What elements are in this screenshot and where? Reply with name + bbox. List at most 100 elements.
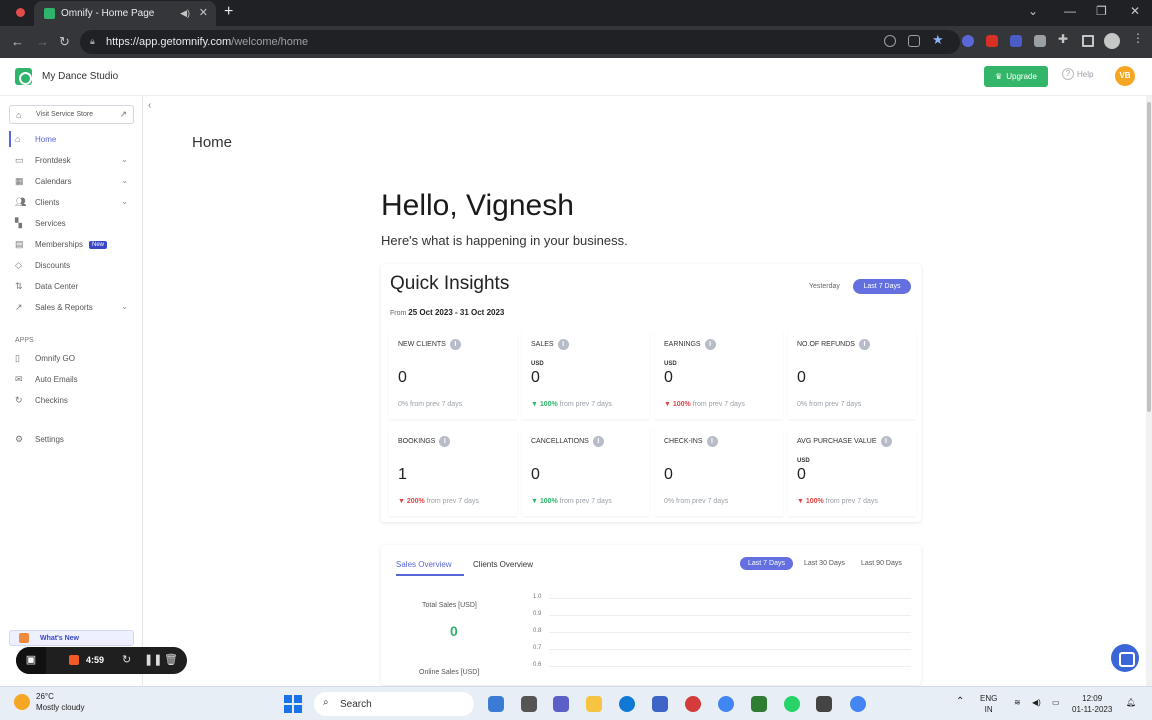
y-tick: 0.7 [533,645,542,651]
page-scrollbar[interactable] [1146,96,1152,686]
metric-change: ▼ 100% from prev 7 days [531,401,612,408]
volume-icon[interactable]: ◀) [1032,697,1041,708]
pause-icon[interactable]: ❚❚ [144,653,162,666]
restart-icon[interactable]: ↻ [122,653,131,666]
chat-support-button[interactable] [1111,644,1139,672]
sidebar-item-memberships[interactable]: ▤ Memberships New [9,235,134,254]
help-button[interactable]: ? Help [1062,68,1093,80]
toggle-last-7-days[interactable]: Last 7 Days [853,279,911,294]
range-last-90-days[interactable]: Last 90 Days [861,560,902,567]
reload-icon[interactable]: ↻ [59,34,70,50]
whatsapp-icon[interactable] [784,696,800,712]
sidebar-item-checkins[interactable]: ↻ Checkins [9,391,134,410]
forward-icon[interactable]: → [36,34,49,49]
back-icon[interactable]: ← [11,34,24,49]
trash-icon[interactable]: 🗑︎ [164,653,178,666]
recording-indicator-icon [16,8,25,17]
weather-widget[interactable]: 26°C Mostly cloudy [14,691,84,713]
sidebar-item-settings[interactable]: ⚙ Settings [9,430,134,449]
extension-icon[interactable] [962,35,974,47]
chevron-up-icon[interactable]: ⌃ [956,696,964,707]
profile-icon[interactable] [1104,33,1120,49]
total-sales-value: 0 [450,623,458,639]
info-icon[interactable]: i [439,436,451,447]
metric-currency: USD [797,458,810,464]
visit-service-store-button[interactable]: ⌂ Visit Service Store ↗ [9,105,134,124]
tab-clients-overview[interactable]: Clients Overview [473,560,533,569]
stop-recording-button[interactable] [69,655,79,665]
speaker-icon[interactable]: ◀) [180,8,190,19]
change-percent: ▼ 200% [398,498,425,505]
extension-icon[interactable] [1010,35,1022,47]
info-icon[interactable]: i [449,339,461,350]
teams-icon[interactable] [553,696,569,712]
taskbar-app-icon[interactable] [521,696,537,712]
language-indicator[interactable]: ENG IN [980,693,997,715]
quick-insights-title: Quick Insights [390,273,510,294]
sidebar-item-omnify-go[interactable]: ▯ Omnify GO [9,349,134,368]
upgrade-label: Upgrade [1006,72,1037,81]
browser-tab[interactable]: Omnify - Home Page ◀) ✕ [34,1,216,26]
range-last-30-days[interactable]: Last 30 Days [804,560,845,567]
sidebar-item-label: Omnify GO [35,354,76,363]
avatar[interactable]: VB [1115,66,1135,86]
taskbar-app-icon[interactable] [751,696,767,712]
grid-icon: ▚ [15,218,22,228]
clock[interactable]: 12:09 01-11-2023 [1072,693,1112,715]
wifi-icon[interactable]: ≋ [1014,697,1021,708]
collapse-sidebar-icon[interactable]: ‹ [148,100,151,111]
upgrade-button[interactable]: ♛ Upgrade [984,66,1048,87]
notification-icon[interactable]: 🔔︎ [1126,697,1136,708]
chrome-icon[interactable] [718,696,734,712]
info-icon[interactable]: i [704,339,716,350]
minimize-icon[interactable]: — [1064,4,1076,18]
kebab-menu-icon[interactable]: ⋮ [1132,31,1144,45]
bookmark-star-icon[interactable]: ★ [932,32,944,47]
info-icon[interactable]: i [557,339,569,350]
close-tab-icon[interactable]: ✕ [199,6,208,19]
store-icon[interactable] [652,696,668,712]
battery-icon[interactable]: ▭ [1052,697,1060,708]
whats-new-button[interactable]: What's New [9,630,134,646]
new-tab-icon[interactable]: + [224,3,233,21]
extension-icon[interactable] [1034,35,1046,47]
zoom-icon[interactable] [884,35,896,47]
sidebar-item-frontdesk[interactable]: ▭ Frontdesk ⌄ [9,151,134,170]
sidebar-item-sales-reports[interactable]: ↗ Sales & Reports ⌄ [9,298,134,317]
sidepanel-icon[interactable] [1082,35,1094,47]
taskbar-app-icon[interactable] [685,696,701,712]
sidebar-item-calendars[interactable]: ▦ Calendars ⌄ [9,172,134,191]
taskbar-app-icon[interactable] [816,696,832,712]
sidebar-item-auto-emails[interactable]: ✉ Auto Emails [9,370,134,389]
info-icon[interactable]: i [592,436,604,447]
share-icon[interactable] [908,35,920,47]
info-icon[interactable]: i [858,339,870,350]
puzzle-icon[interactable]: ✚ [1058,32,1070,46]
windows-start-icon[interactable] [284,695,302,713]
close-window-icon[interactable]: ✕ [1130,4,1140,18]
maximize-icon[interactable]: ❐ [1096,4,1107,18]
sidebar-item-data-center[interactable]: ⇅ Data Center [9,277,134,296]
sidebar-item-home[interactable]: ⌂ Home [9,130,134,149]
help-label: Help [1077,69,1094,79]
change-suffix: from prev 7 days [690,401,745,408]
toggle-yesterday[interactable]: Yesterday [809,283,840,290]
sidebar: ⌂ Visit Service Store ↗ ⌂ Home ▭ Frontde… [0,96,143,686]
sidebar-item-services[interactable]: ▚ Services [9,214,134,233]
info-icon[interactable]: i [880,436,892,447]
range-last-7-days[interactable]: Last 7 Days [740,557,793,570]
address-bar[interactable]: 🔒︎ https://app.getomnify.com/welcome/hom… [80,30,960,54]
camera-icon[interactable]: ▣ [16,647,46,674]
chrome-icon[interactable] [850,696,866,712]
edge-icon[interactable] [619,696,635,712]
sidebar-item-discounts[interactable]: ◇ Discounts [9,256,134,275]
taskbar-search[interactable]: ⌕ Search [314,692,474,716]
sidebar-item-clients[interactable]: 👥︎ Clients ⌄ [9,193,134,212]
extension-icon[interactable] [986,35,998,47]
tag-icon: ◇ [15,260,22,270]
tab-sales-overview[interactable]: Sales Overview [396,560,464,576]
taskbar-app-icon[interactable] [488,696,504,712]
info-icon[interactable]: i [706,436,718,447]
chevron-down-icon[interactable]: ⌄ [1028,4,1038,18]
file-explorer-icon[interactable] [586,696,602,712]
